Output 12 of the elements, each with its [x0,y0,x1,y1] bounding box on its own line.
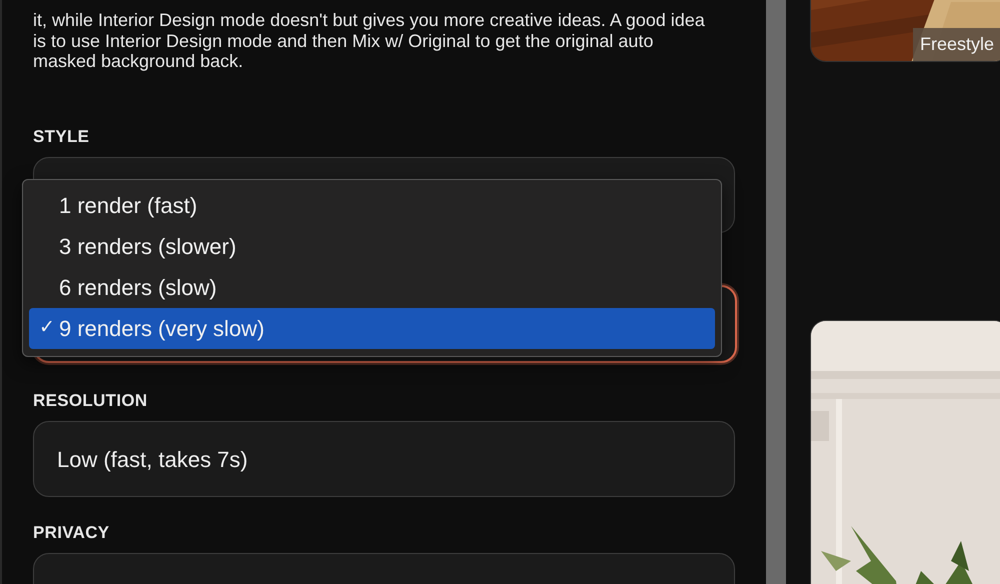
image-caption: Freestyle [913,28,1000,61]
dropdown-option[interactable]: 1 render (fast) [29,185,715,226]
check-icon: ✓ [39,314,55,343]
dropdown-option[interactable]: 6 renders (slow) [29,267,715,308]
field-label: STYLE [33,126,90,148]
scrollbar[interactable] [766,0,786,584]
description-text: it, while Interior Design mode doesn't but gives you more creative ideas. A good idea is to use Interior Design mode and then Mix w/ Original to get the original auto masked background back. [33,9,705,72]
field-label: PRIVACY [33,522,110,544]
dropdown-option[interactable]: ✓ 9 renders (very slow) [29,308,715,349]
dropdown-option[interactable]: 3 renders (slower) [29,226,715,267]
field-label: RESOLUTION [33,390,148,412]
select-field[interactable]: Low (fast, takes 7s) [33,421,735,497]
